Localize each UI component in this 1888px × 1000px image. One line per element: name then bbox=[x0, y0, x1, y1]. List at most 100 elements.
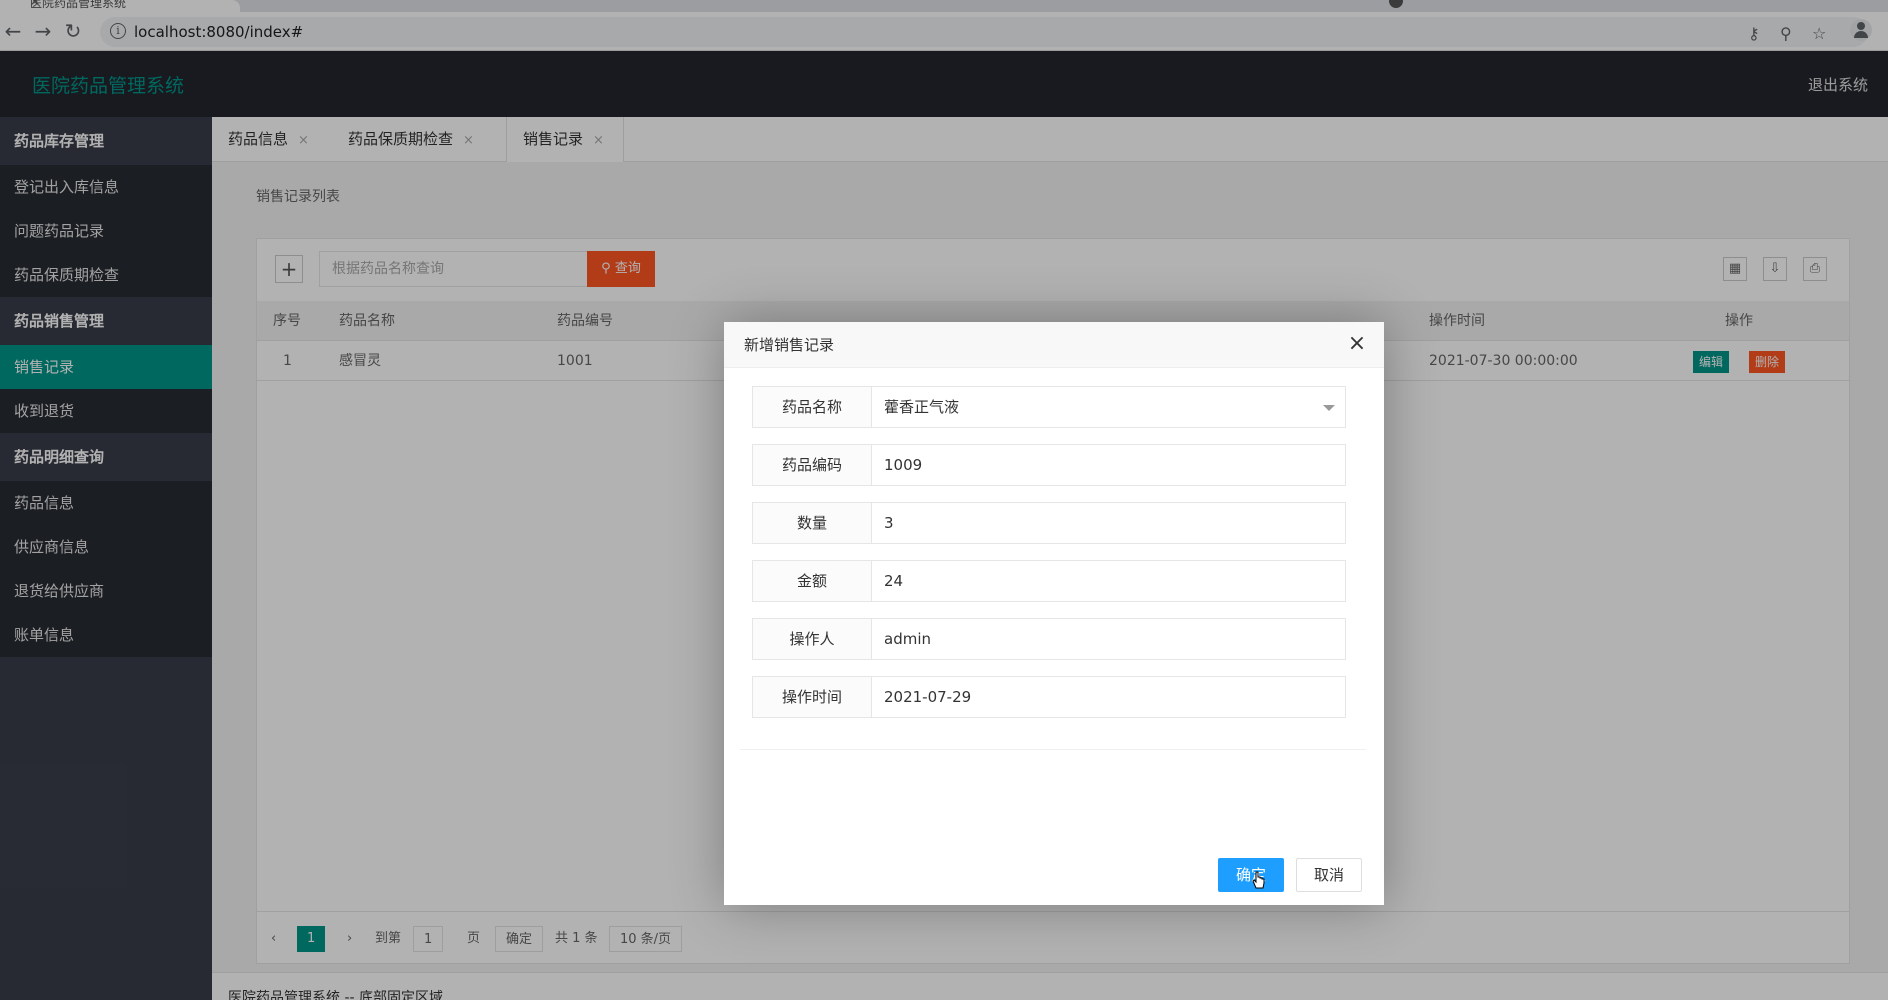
pagination: ‹ 1 › 到第 1 页 确定 共 1 条 10 条/页 bbox=[257, 911, 1849, 963]
panel-title: 销售记录列表 bbox=[256, 189, 340, 205]
form-row-drug-code: 药品编码 1009 bbox=[752, 444, 1346, 486]
sidebar-item-return-to-supplier[interactable]: 退货给供应商 bbox=[0, 569, 212, 613]
tab-label: 药品信息 bbox=[228, 130, 289, 148]
tab-close-icon[interactable]: × bbox=[298, 133, 309, 148]
tab-label: 销售记录 bbox=[523, 130, 584, 148]
form-row-drug-name: 药品名称 藿香正气液 bbox=[752, 386, 1346, 428]
dialog-form: 药品名称 藿香正气液 药品编码 1009 数量 3 金额 24 操作人 admi… bbox=[740, 368, 1366, 750]
form-row-quantity: 数量 3 bbox=[752, 502, 1346, 544]
form-row-amount: 金额 24 bbox=[752, 560, 1346, 602]
forward-arrow-icon[interactable]: → bbox=[32, 20, 54, 42]
profile-dot-icon bbox=[1389, 0, 1403, 8]
cell-code: 1001 bbox=[557, 353, 593, 369]
cell-time: 2021-07-30 00:00:00 bbox=[1429, 353, 1578, 369]
add-sales-record-dialog: 新增销售记录 × 药品名称 藿香正气液 药品编码 1009 数量 3 金额 24… bbox=[724, 322, 1384, 905]
browser-tabstrip: 医院药品管理系统 × bbox=[0, 0, 1888, 12]
col-time: 操作时间 bbox=[1429, 313, 1485, 329]
prev-page-icon[interactable]: ‹ bbox=[271, 926, 276, 952]
cell-name: 感冒灵 bbox=[339, 353, 381, 369]
drug-name-value: 藿香正气液 bbox=[884, 398, 960, 416]
quantity-input[interactable]: 3 bbox=[872, 502, 1346, 544]
total-count: 共 1 条 bbox=[555, 931, 598, 946]
sidebar-item-expiry-check[interactable]: 药品保质期检查 bbox=[0, 253, 212, 297]
form-row-operation-time: 操作时间 2021-07-29 bbox=[752, 676, 1346, 718]
search-button[interactable]: ⚲ 查询 bbox=[587, 251, 655, 287]
browser-tab-title: 医院药品管理系统 bbox=[30, 0, 127, 10]
goto-confirm-button[interactable]: 确定 bbox=[495, 926, 544, 952]
confirm-button[interactable]: 确定 bbox=[1218, 858, 1284, 892]
col-index: 序号 bbox=[273, 313, 301, 329]
drug-code-input[interactable]: 1009 bbox=[872, 444, 1346, 486]
page-size-select[interactable]: 10 条/页 bbox=[609, 926, 683, 952]
col-code: 药品编号 bbox=[557, 313, 613, 329]
form-row-operator: 操作人 admin bbox=[752, 618, 1346, 660]
tab-label: 药品保质期检查 bbox=[348, 130, 454, 148]
col-name: 药品名称 bbox=[339, 313, 395, 329]
operation-time-input[interactable]: 2021-07-29 bbox=[872, 676, 1346, 718]
site-info-icon[interactable]: i bbox=[110, 23, 126, 39]
sidebar-group-inventory[interactable]: 药品库存管理 bbox=[0, 117, 212, 165]
app-logo: 医院药品管理系统 bbox=[32, 75, 185, 97]
cell-index: 1 bbox=[283, 353, 292, 369]
quantity-label: 数量 bbox=[752, 502, 872, 544]
drug-name-select[interactable]: 藿香正气液 bbox=[872, 386, 1346, 428]
footer-text: 医院药品管理系统 -- 底部固定区域 bbox=[228, 990, 444, 1000]
sidebar-item-problem-drugs[interactable]: 问题药品记录 bbox=[0, 209, 212, 253]
export-icon[interactable]: ⇩ bbox=[1763, 257, 1787, 281]
footer: 医院药品管理系统 -- 底部固定区域 bbox=[212, 972, 1888, 1000]
key-icon[interactable]: ⚷ bbox=[1748, 24, 1760, 43]
cancel-button[interactable]: 取消 bbox=[1296, 858, 1362, 892]
amount-label: 金额 bbox=[752, 560, 872, 602]
columns-filter-icon[interactable]: ▦ bbox=[1723, 257, 1747, 281]
page-number-input[interactable]: 1 bbox=[413, 926, 444, 952]
dialog-close-icon[interactable]: × bbox=[1346, 333, 1368, 356]
browser-toolbar: ← → ↻ i localhost:8080/index# ⚷ ⚲ ☆ bbox=[0, 12, 1888, 51]
print-icon[interactable]: ⎙ bbox=[1803, 257, 1827, 281]
sidebar-group-details[interactable]: 药品明细查询 bbox=[0, 433, 212, 481]
add-button[interactable]: + bbox=[275, 255, 303, 283]
address-bar[interactable]: i localhost:8080/index# ⚷ ⚲ ☆ bbox=[100, 17, 1868, 47]
col-actions: 操作 bbox=[1725, 313, 1753, 329]
next-page-icon[interactable]: › bbox=[347, 926, 352, 952]
logout-link[interactable]: 退出系统 bbox=[1808, 74, 1868, 95]
reload-icon[interactable]: ↻ bbox=[62, 20, 84, 42]
tab-expiry-check[interactable]: 药品保质期检查 × bbox=[332, 117, 474, 162]
sidebar-item-supplier-info[interactable]: 供应商信息 bbox=[0, 525, 212, 569]
tab-close-icon[interactable]: × bbox=[463, 133, 474, 148]
edit-button[interactable]: 编辑 bbox=[1693, 351, 1730, 373]
url-text[interactable]: localhost:8080/index# bbox=[134, 23, 303, 41]
sidebar-item-drug-info[interactable]: 药品信息 bbox=[0, 481, 212, 525]
page-tab-bar: 药品信息 × 药品保质期检查 × 销售记录 × bbox=[212, 117, 1888, 163]
browser-tab[interactable]: 医院药品管理系统 × bbox=[0, 0, 240, 12]
goto-label: 到第 bbox=[375, 931, 402, 946]
drug-code-label: 药品编码 bbox=[752, 444, 872, 486]
amount-input[interactable]: 24 bbox=[872, 560, 1346, 602]
account-icon[interactable] bbox=[1850, 19, 1872, 41]
page-unit: 页 bbox=[467, 931, 481, 946]
delete-button[interactable]: 删除 bbox=[1749, 351, 1786, 373]
zoom-icon[interactable]: ⚲ bbox=[1780, 24, 1792, 43]
sidebar-item-sales-records[interactable]: 销售记录 bbox=[0, 345, 212, 389]
chevron-down-icon bbox=[1323, 405, 1335, 411]
tab-sales-records[interactable]: 销售记录 × bbox=[506, 117, 624, 163]
app-header: 医院药品管理系统 退出系统 bbox=[0, 51, 1888, 117]
sidebar-item-returns-received[interactable]: 收到退货 bbox=[0, 389, 212, 433]
operator-label: 操作人 bbox=[752, 618, 872, 660]
search-input[interactable]: 根据药品名称查询 bbox=[319, 251, 589, 287]
dialog-title: 新增销售记录 bbox=[724, 322, 1384, 368]
tab-close-icon[interactable]: × bbox=[593, 133, 604, 148]
sidebar-item-bills[interactable]: 账单信息 bbox=[0, 613, 212, 657]
drug-name-label: 药品名称 bbox=[752, 386, 872, 428]
sidebar: 药品库存管理 登记出入库信息 问题药品记录 药品保质期检查 药品销售管理 销售记… bbox=[0, 117, 212, 1000]
tab-drug-info[interactable]: 药品信息 × bbox=[212, 117, 309, 162]
sidebar-item-stock-in-out[interactable]: 登记出入库信息 bbox=[0, 165, 212, 209]
hand-cursor-icon bbox=[1252, 871, 1265, 889]
back-arrow-icon[interactable]: ← bbox=[2, 20, 24, 42]
browser-tab-close-icon[interactable]: × bbox=[30, 0, 40, 8]
page-1[interactable]: 1 bbox=[297, 926, 326, 952]
star-icon[interactable]: ☆ bbox=[1812, 24, 1826, 43]
operator-input[interactable]: admin bbox=[872, 618, 1346, 660]
search-button-label: 查询 bbox=[614, 261, 641, 276]
operation-time-label: 操作时间 bbox=[752, 676, 872, 718]
sidebar-group-sales[interactable]: 药品销售管理 bbox=[0, 297, 212, 345]
